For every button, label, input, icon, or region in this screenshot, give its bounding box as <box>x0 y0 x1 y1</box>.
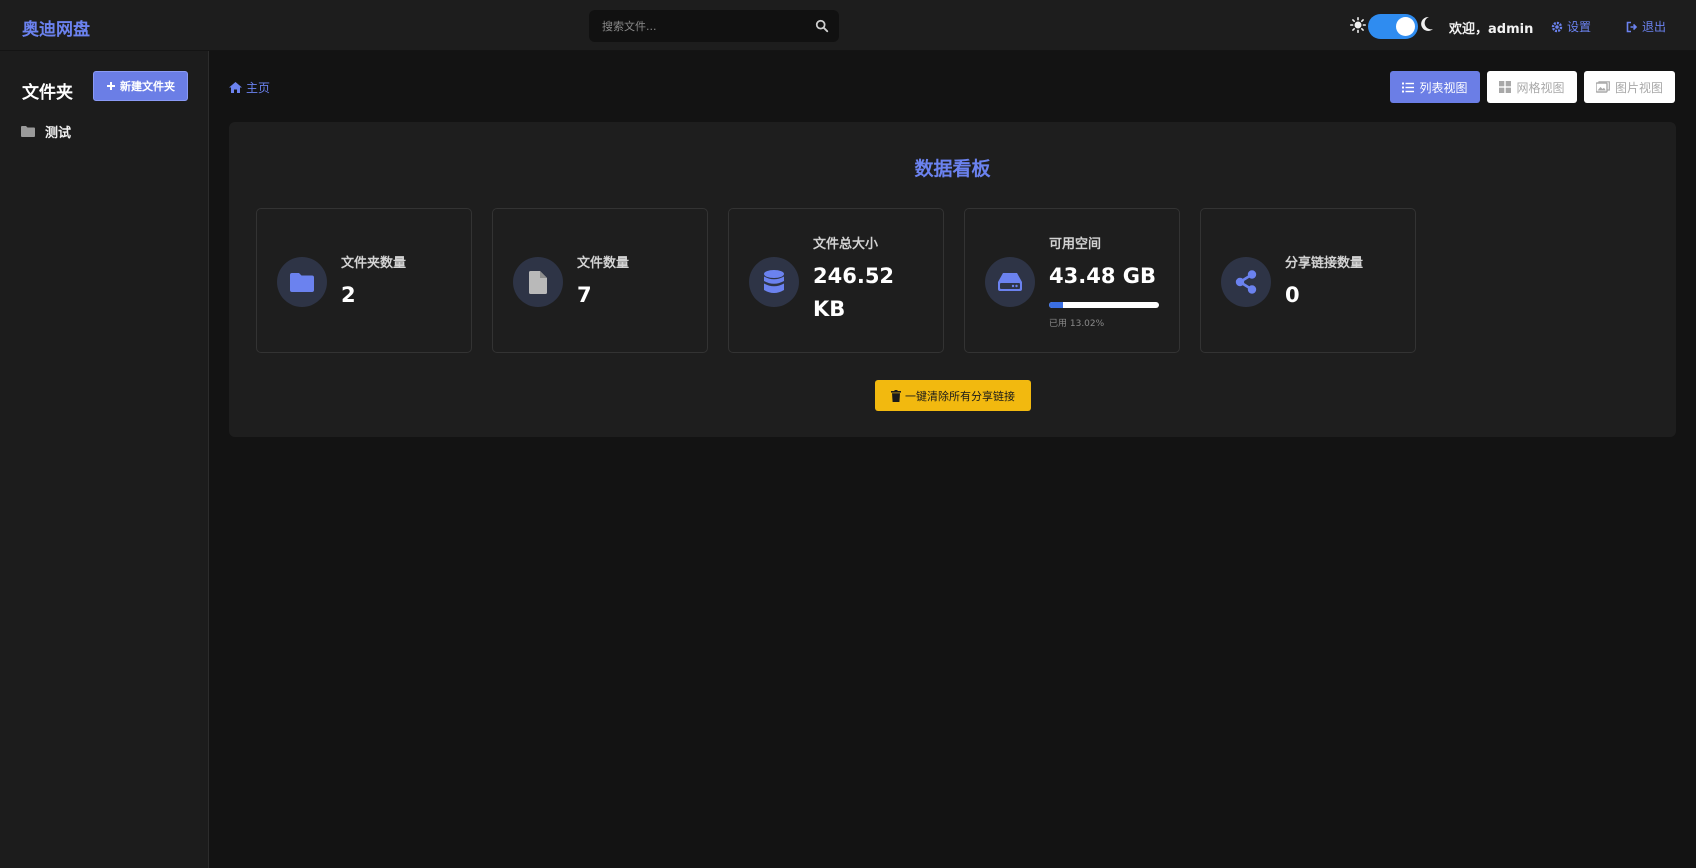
grid-icon <box>1499 81 1512 93</box>
search-box <box>589 10 839 42</box>
grid-view-label: 网格视图 <box>1516 80 1565 95</box>
stat-value: 43.48 GB <box>1049 264 1156 288</box>
top-navbar: 奥迪网盘 欢迎，admin 设置 退出 <box>0 0 1696 51</box>
folder-icon <box>21 126 35 137</box>
database-icon <box>749 257 799 307</box>
sidebar: 文件夹 新建文件夹 测试 <box>0 51 209 868</box>
stat-label: 文件夹数量 <box>341 256 407 271</box>
home-icon <box>229 82 242 93</box>
folder-name: 测试 <box>45 126 72 141</box>
theme-toggle[interactable] <box>1368 14 1418 39</box>
stat-value: 7 <box>577 283 592 307</box>
image-view-label: 图片视图 <box>1614 80 1663 95</box>
logout-link[interactable]: 退出 <box>1626 18 1666 35</box>
stat-value: 0 <box>1285 283 1300 307</box>
stat-label: 分享链接数量 <box>1285 256 1364 271</box>
stat-label: 文件数量 <box>577 256 630 271</box>
dashboard-title: 数据看板 <box>914 158 991 180</box>
image-view-button[interactable]: 图片视图 <box>1584 71 1675 103</box>
stat-card-free-space: 可用空间 43.48 GB 已用 13.02% <box>964 208 1180 353</box>
list-icon <box>1402 82 1415 92</box>
new-folder-label: 新建文件夹 <box>120 80 175 93</box>
stat-value: 246.52 <box>813 264 895 288</box>
usage-text: 已用 13.02% <box>1049 319 1105 329</box>
hdd-icon <box>985 257 1035 307</box>
toggle-knob <box>1396 17 1415 36</box>
list-view-label: 列表视图 <box>1419 80 1468 95</box>
stat-card-files: 文件数量 7 <box>492 208 708 353</box>
search-icon[interactable] <box>815 19 829 33</box>
dashboard-panel: 数据看板 文件夹数量 2 文件数量 7 文件总大小 246.52 KB 可用空间… <box>229 122 1676 437</box>
usage-progress-bar <box>1049 302 1159 308</box>
sidebar-title: 文件夹 <box>22 83 73 103</box>
brand-logo[interactable]: 奥迪网盘 <box>22 15 90 40</box>
grid-view-button[interactable]: 网格视图 <box>1487 71 1577 103</box>
new-folder-button[interactable]: 新建文件夹 <box>93 71 188 101</box>
stat-card-share-links: 分享链接数量 0 <box>1200 208 1416 353</box>
stat-label: 可用空间 <box>1049 237 1102 252</box>
settings-link[interactable]: 设置 <box>1551 18 1591 35</box>
images-icon <box>1595 81 1610 93</box>
breadcrumb-home: 主页 <box>246 81 271 95</box>
logout-label: 退出 <box>1642 20 1667 34</box>
clear-share-links-label: 一键清除所有分享链接 <box>905 389 1015 403</box>
file-icon <box>513 257 563 307</box>
stat-card-folders: 文件夹数量 2 <box>256 208 472 353</box>
list-view-button[interactable]: 列表视图 <box>1390 71 1480 103</box>
stat-card-total-size: 文件总大小 246.52 KB <box>728 208 944 353</box>
trash-icon <box>891 389 901 402</box>
share-icon <box>1221 257 1271 307</box>
sidebar-folder-item[interactable]: 测试 <box>21 122 71 141</box>
welcome-text: 欢迎，admin <box>1449 22 1534 37</box>
breadcrumb[interactable]: 主页 <box>229 79 270 96</box>
search-input[interactable] <box>589 10 809 42</box>
settings-label: 设置 <box>1567 20 1592 34</box>
moon-icon <box>1421 16 1433 31</box>
gear-icon <box>1551 21 1563 32</box>
usage-progress-fill <box>1049 302 1064 308</box>
stat-value-unit: KB <box>813 297 846 321</box>
plus-icon <box>107 82 115 90</box>
clear-share-links-button[interactable]: 一键清除所有分享链接 <box>875 380 1031 411</box>
folder-icon <box>277 257 327 307</box>
stat-value: 2 <box>341 283 356 307</box>
stat-label: 文件总大小 <box>813 237 879 252</box>
logout-icon <box>1626 21 1638 32</box>
sun-icon <box>1350 17 1366 33</box>
